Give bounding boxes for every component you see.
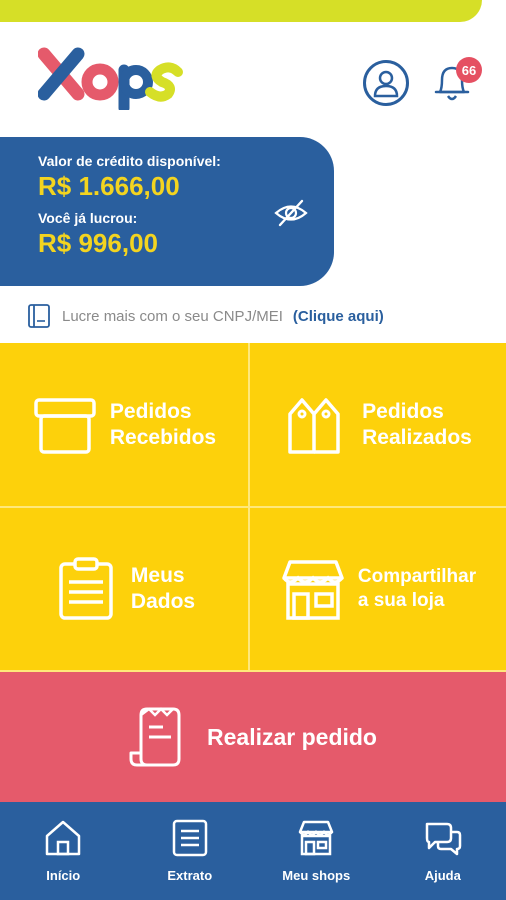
box-icon [34,397,96,454]
available-credit-label: Valor de crédito disponível: [38,153,221,169]
bottom-nav: Início Extrato Meu shops Ajuda [0,802,506,900]
eye-off-icon [274,199,308,227]
tile-placed-orders[interactable]: Pedidos Realizados [250,343,506,508]
clipboard-icon [59,557,113,620]
document-icon [28,304,50,328]
nav-statement[interactable]: Extrato [127,802,254,900]
nav-home-label: Início [46,868,81,883]
cnpj-promo[interactable]: Lucre mais com o seu CNPJ/MEI (Clique aq… [26,302,384,330]
nav-home[interactable]: Início [0,802,127,900]
tile-received-orders-label: Pedidos Recebidos [109,399,217,449]
menu-grid: Pedidos Recebidos Pedidos Realizados Meu… [0,343,506,672]
tags-icon [288,397,340,454]
tile-my-data-label: Meus Dados [130,564,196,613]
nav-help-label: Ajuda [424,868,461,883]
cnpj-click-here-link[interactable]: (Clique aqui) [293,308,384,325]
receipt-icon [129,707,181,767]
shop-icon [299,820,334,856]
tile-share-store[interactable]: Compartilhar a sua loja [250,508,506,672]
cnpj-promo-text: Lucre mais com o seu CNPJ/MEI [62,307,283,325]
place-order-label: Realizar pedido [207,723,377,750]
tile-placed-orders-label: Pedidos Realizados [362,399,472,449]
tile-my-data[interactable]: Meus Dados [0,508,250,672]
profile-button[interactable] [363,60,409,106]
top-accent-strip [0,0,482,22]
nav-statement-label: Extrato [167,868,213,883]
home-icon [46,820,81,856]
user-icon [373,70,399,98]
notification-count-badge: 66 [456,57,482,83]
credit-card: Valor de crédito disponível: R$ 1.666,00… [0,137,334,286]
nav-my-shops-label: Meu shops [282,868,351,883]
chat-icon [425,822,461,856]
toggle-visibility-button[interactable] [272,196,310,230]
profit-value: R$ 996,00 [38,228,158,258]
nav-my-shops[interactable]: Meu shops [253,802,380,900]
store-icon [282,560,344,620]
nav-help[interactable]: Ajuda [380,802,506,900]
statement-icon [172,819,207,857]
xops-logo [38,47,183,110]
tile-received-orders[interactable]: Pedidos Recebidos [0,343,250,508]
place-order-button[interactable]: Realizar pedido [0,672,506,802]
tile-share-store-label: Compartilhar a sua loja [357,566,477,611]
